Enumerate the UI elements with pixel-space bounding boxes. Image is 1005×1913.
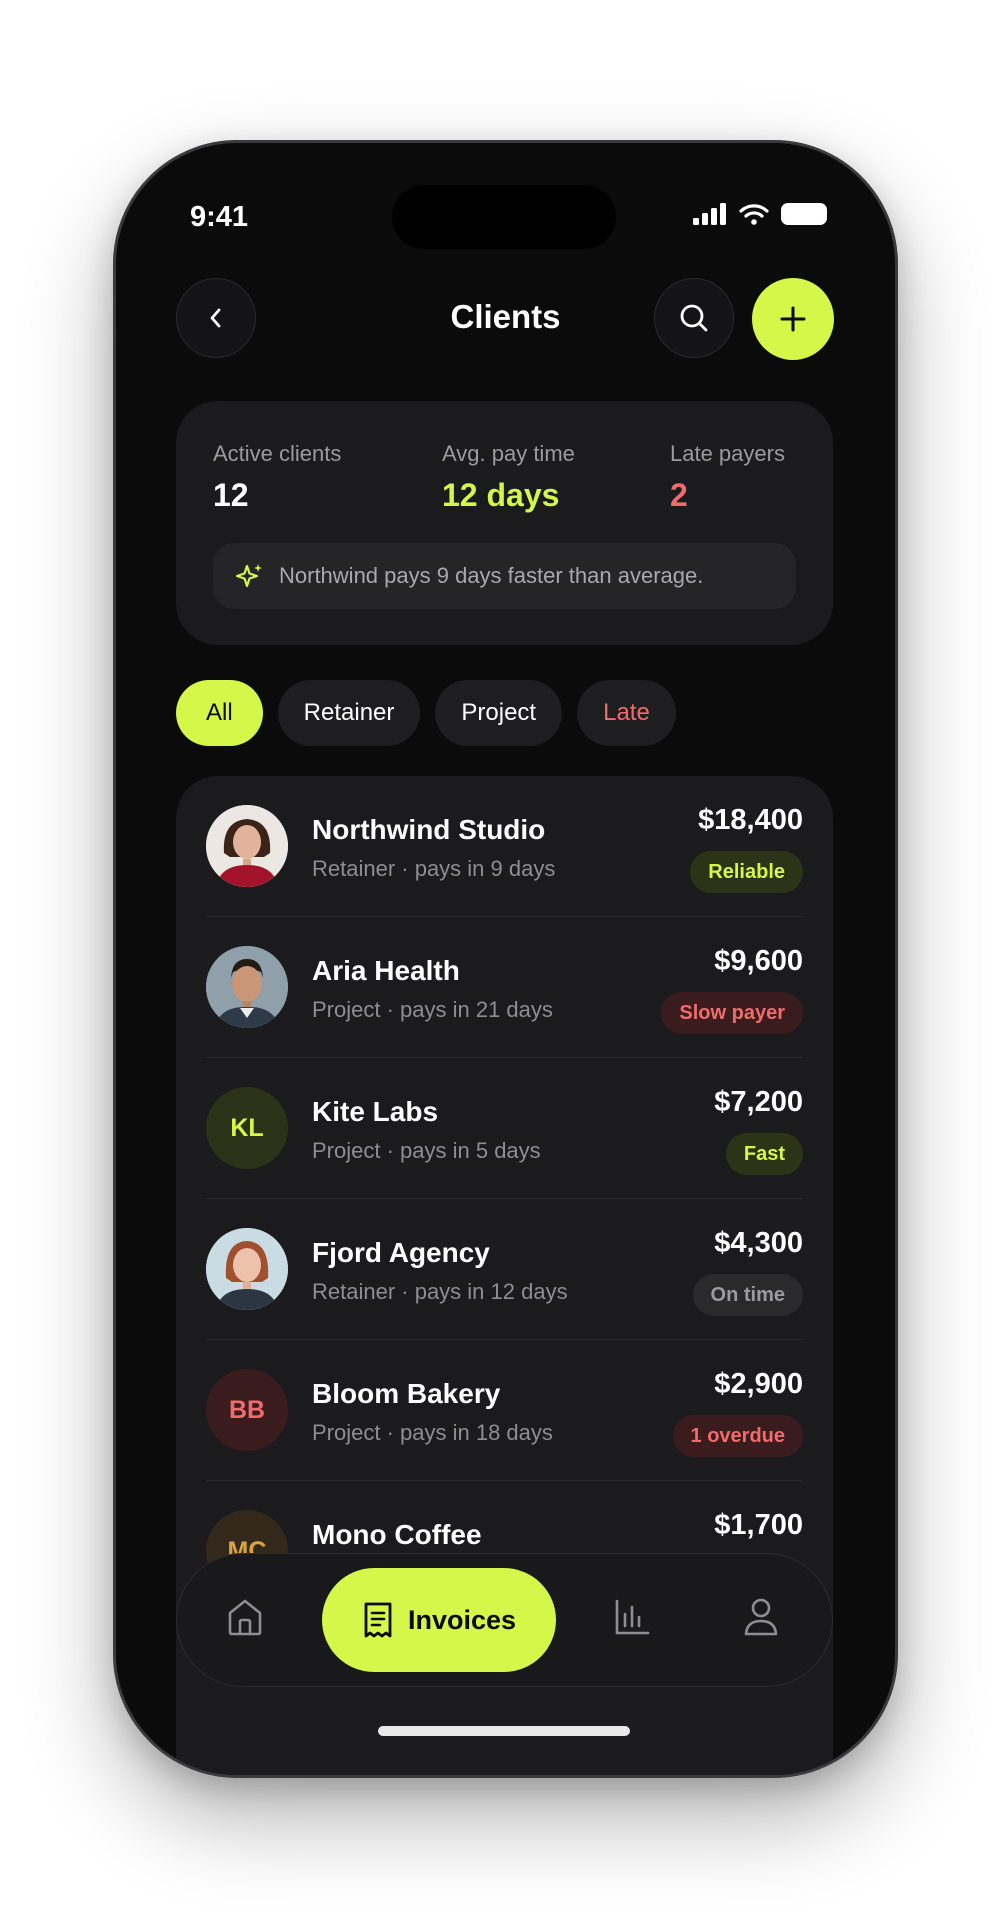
home-icon [228,1599,262,1636]
nav-invoices-label: Invoices [407,1604,517,1635]
client-name: Fjord Agency [312,1237,490,1268]
plus-icon [780,306,806,332]
client-meta: Retainer · pays in 9 days [312,856,556,881]
stat-avg-pay-time: Avg. pay time 12 days [442,441,575,514]
search-icon [680,304,708,332]
stat-value: 2 [670,477,688,513]
client-meta: Project · pays in 18 days [312,1420,553,1445]
search-button[interactable] [654,278,734,358]
client-amount: $18,400 [698,804,803,836]
client-amount: $2,900 [714,1368,803,1400]
client-name: Northwind Studio [312,814,546,845]
client-row[interactable]: BB Bloom Bakery Project · pays in 18 day… [206,1340,803,1481]
status-badge: Reliable [690,851,803,893]
home-indicator [378,1726,630,1736]
status-time: 9:41 [190,201,249,233]
bottom-nav: Invoices [176,1553,833,1687]
status-icons [693,203,827,225]
phone-frame: 9:41 Clients Active clients 12 Avg. pay … [113,140,898,1778]
stat-value: 12 [213,477,249,513]
client-row[interactable]: KL Kite Labs Project · pays in 5 days $7… [206,1058,803,1199]
sparkle-icon [235,564,262,588]
client-meta: Project · pays in 21 days [312,997,553,1022]
wifi-icon [739,204,769,225]
nav-invoices[interactable]: Invoices [322,1568,556,1672]
filter-chips: All Retainer Project Late [176,680,676,746]
nav-home[interactable] [225,1596,265,1643]
client-name: Aria Health [312,955,460,986]
insight-text: Northwind pays 9 days faster than averag… [279,563,704,588]
client-meta: Project · pays in 5 days [312,1138,541,1163]
avatar-initials: BB [206,1369,288,1451]
client-amount: $1,700 [714,1509,803,1541]
client-amount: $7,200 [714,1086,803,1118]
person-photo-icon [206,946,288,1028]
add-client-button[interactable] [752,278,834,360]
client-row[interactable]: Northwind Studio Retainer · pays in 9 da… [206,776,803,917]
stat-value: 12 days [442,477,560,513]
stat-late-payers: Late payers 2 [670,441,785,514]
stat-active-clients: Active clients 12 [213,441,341,514]
filter-chip-all[interactable]: All [176,680,263,746]
client-amount: $9,600 [714,945,803,977]
nav-profile[interactable] [742,1596,780,1643]
dynamic-island [392,185,616,249]
filter-chip-project[interactable]: Project [435,680,563,746]
client-amount: $4,300 [714,1227,803,1259]
stat-label: Active clients [213,441,342,466]
status-badge: Slow payer [661,992,803,1034]
avatar [206,946,288,1028]
client-row[interactable]: Aria Health Project · pays in 21 days $9… [206,917,803,1058]
stat-label: Late payers [670,441,785,466]
status-badge: On time [692,1274,803,1316]
client-name: Bloom Bakery [312,1378,501,1409]
user-icon [744,1598,778,1636]
avatar [206,805,288,887]
avatar-initials: KL [206,1087,288,1169]
cellular-signal-icon [693,203,726,225]
client-meta: Retainer · pays in 12 days [312,1279,568,1304]
status-badge: 1 overdue [672,1415,803,1457]
client-name: Kite Labs [312,1096,439,1127]
battery-icon [781,203,827,225]
bar-chart-icon [615,1599,650,1635]
status-badge: Fast [725,1133,803,1175]
filter-chip-late[interactable]: Late [577,680,676,746]
receipt-icon [364,1602,392,1638]
person-photo-icon [206,805,288,887]
person-photo-icon [206,1228,288,1310]
client-name: Mono Coffee [312,1519,482,1550]
avatar [206,1228,288,1310]
stat-label: Avg. pay time [442,441,575,466]
stats-card: Active clients 12 Avg. pay time 12 days … [176,401,833,645]
nav-reports[interactable] [612,1596,652,1643]
insight-banner: Northwind pays 9 days faster than averag… [213,543,796,609]
filter-chip-retainer[interactable]: Retainer [277,680,421,746]
client-row[interactable]: Fjord Agency Retainer · pays in 12 days … [206,1199,803,1340]
